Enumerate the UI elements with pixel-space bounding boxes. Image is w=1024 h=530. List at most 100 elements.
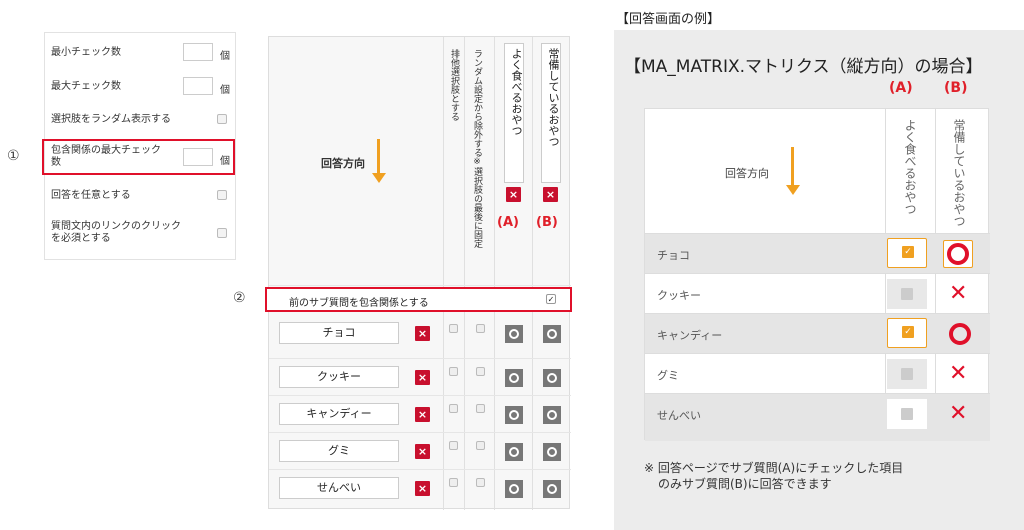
min-check-label: 最小チェック数: [51, 47, 121, 58]
table-row: クッキー ×: [269, 359, 571, 395]
exclusive-checkbox[interactable]: [449, 478, 458, 487]
link-required-row: 質問文内のリンクのクリック を必須とする: [45, 219, 235, 249]
example-a-checkbox[interactable]: [887, 359, 927, 389]
random-exclude-checkbox[interactable]: [476, 478, 485, 487]
option-delete-button[interactable]: ×: [415, 370, 430, 385]
example-note: ※ 回答ページでサブ質問(A)にチェックした項目 のみサブ質問(B)に回答できま…: [644, 461, 904, 491]
example-b-disabled-icon: ✕: [949, 281, 968, 306]
min-check-unit: 個: [220, 51, 230, 62]
optional-answer-checkbox[interactable]: [217, 190, 227, 200]
example-row-candy: キャンディー: [645, 313, 990, 353]
random-exclude-checkbox[interactable]: [476, 404, 485, 413]
sub-a-option-icon: [505, 406, 523, 424]
example-b-disabled-icon: ✕: [949, 361, 968, 386]
random-display-row: 選択肢をランダム表示する: [45, 111, 235, 131]
sub-b-option-icon: [543, 406, 561, 424]
example-row-cookie: クッキー ✕: [645, 273, 990, 313]
example-matrix-table: 回答方向 よく食べるおやつ 常備しているおやつ チョコ クッキー ✕ キャンディ…: [644, 108, 990, 441]
matrix-editor-table: 回答方向 排他選択肢とする ランダム設定から除外する※選択肢の最後に固定 よく食…: [268, 36, 571, 510]
inclusion-relation-label: 前のサブ質問を包含関係とする: [289, 298, 429, 309]
example-row-gummy: グミ ✕: [645, 353, 990, 393]
random-display-label: 選択肢をランダム表示する: [51, 114, 171, 125]
random-exclude-checkbox[interactable]: [476, 441, 485, 450]
example-sub-b-header: 常備しているおやつ: [952, 119, 966, 227]
inclusion-relation-row: 前のサブ質問を包含関係とする ✓: [265, 287, 572, 312]
sub-question-a-box[interactable]: よく食べるおやつ: [504, 43, 524, 183]
sub-question-a-label: (A): [497, 215, 519, 230]
option-input-choco[interactable]: チョコ: [279, 322, 399, 344]
random-exclude-checkbox[interactable]: [476, 324, 485, 333]
sub-a-option-icon: [505, 480, 523, 498]
example-direction-label: 回答方向: [725, 167, 769, 180]
sub-question-b-box[interactable]: 常備しているおやつ: [541, 43, 561, 183]
direction-arrow-icon: [377, 139, 380, 175]
sub-question-b-label: (B): [536, 215, 558, 230]
max-check-unit: 個: [220, 85, 230, 96]
sub-question-a-delete-button[interactable]: ×: [506, 187, 521, 202]
sub-question-b-text: 常備しているおやつ: [547, 48, 560, 147]
marker-2: ②: [233, 290, 246, 306]
exclusive-option-header: 排他選択肢とする: [449, 49, 459, 121]
table-row: キャンディー ×: [269, 396, 571, 432]
min-check-input[interactable]: [183, 43, 213, 61]
answer-direction-label: 回答方向: [321, 157, 365, 170]
random-display-checkbox[interactable]: [217, 114, 227, 124]
table-row: チョコ ×: [269, 322, 571, 358]
example-row-senbei: せんべい ✕: [645, 393, 990, 441]
sub-a-option-icon: [505, 325, 523, 343]
example-label-b: (B): [944, 80, 968, 96]
max-check-label: 最大チェック数: [51, 81, 121, 92]
option-delete-button[interactable]: ×: [415, 326, 430, 341]
link-required-label-line1: 質問文内のリンクのクリック: [51, 221, 181, 232]
sub-b-option-icon: [543, 325, 561, 343]
exclusive-checkbox[interactable]: [449, 367, 458, 376]
option-delete-button[interactable]: ×: [415, 444, 430, 459]
link-required-label-line2: を必須とする: [51, 233, 111, 244]
example-label-a: (A): [889, 80, 913, 96]
option-input-senbei[interactable]: せんべい: [279, 477, 399, 499]
sub-a-option-icon: [505, 443, 523, 461]
option-input-gummy[interactable]: グミ: [279, 440, 399, 462]
sub-b-option-icon: [543, 443, 561, 461]
example-panel: 【MA_MATRIX.マトリクス（縦方向）の場合】 (A) (B) 回答方向 よ…: [614, 30, 1024, 530]
sub-b-option-icon: [543, 369, 561, 387]
exclusive-checkbox[interactable]: [449, 441, 458, 450]
direction-arrow-head: [372, 173, 386, 183]
inclusion-max-highlight: [42, 139, 235, 175]
example-a-checkbox[interactable]: [887, 318, 927, 348]
sub-question-a-text: よく食べるおやつ: [510, 48, 523, 136]
table-row: せんべい ×: [269, 470, 571, 506]
sub-b-option-icon: [543, 480, 561, 498]
example-b-selected-icon: [947, 243, 969, 265]
optional-answer-label: 回答を任意とする: [51, 190, 131, 201]
random-exclude-header: ランダム設定から除外する※選択肢の最後に固定: [472, 49, 482, 248]
example-title: 【MA_MATRIX.マトリクス（縦方向）の場合】: [624, 57, 983, 77]
exclusive-checkbox[interactable]: [449, 324, 458, 333]
example-a-checkbox[interactable]: [887, 238, 927, 268]
example-b-cell[interactable]: [943, 240, 973, 268]
min-check-row: 最小チェック数 個: [45, 43, 235, 63]
exclusive-checkbox[interactable]: [449, 404, 458, 413]
example-b-option-icon[interactable]: [949, 323, 971, 345]
option-delete-button[interactable]: ×: [415, 407, 430, 422]
option-delete-button[interactable]: ×: [415, 481, 430, 496]
sub-a-option-icon: [505, 369, 523, 387]
inclusion-relation-checkbox[interactable]: ✓: [546, 294, 556, 304]
max-check-input[interactable]: [183, 77, 213, 95]
option-input-candy[interactable]: キャンディー: [279, 403, 399, 425]
example-row-choco: チョコ: [645, 233, 990, 273]
example-sub-a-header: よく食べるおやつ: [903, 119, 917, 215]
link-required-checkbox[interactable]: [217, 228, 227, 238]
example-direction-arrow-icon: [791, 147, 794, 187]
max-check-row: 最大チェック数 個: [45, 77, 235, 97]
sub-question-b-delete-button[interactable]: ×: [543, 187, 558, 202]
example-a-checkbox[interactable]: [887, 399, 927, 429]
example-direction-arrow-head: [786, 185, 800, 195]
optional-answer-row: 回答を任意とする: [45, 187, 235, 207]
example-b-disabled-icon: ✕: [949, 401, 968, 426]
table-row: グミ ×: [269, 433, 571, 469]
example-caption: 【回答画面の例】: [616, 12, 721, 27]
random-exclude-checkbox[interactable]: [476, 367, 485, 376]
option-input-cookie[interactable]: クッキー: [279, 366, 399, 388]
example-a-checkbox[interactable]: [887, 279, 927, 309]
